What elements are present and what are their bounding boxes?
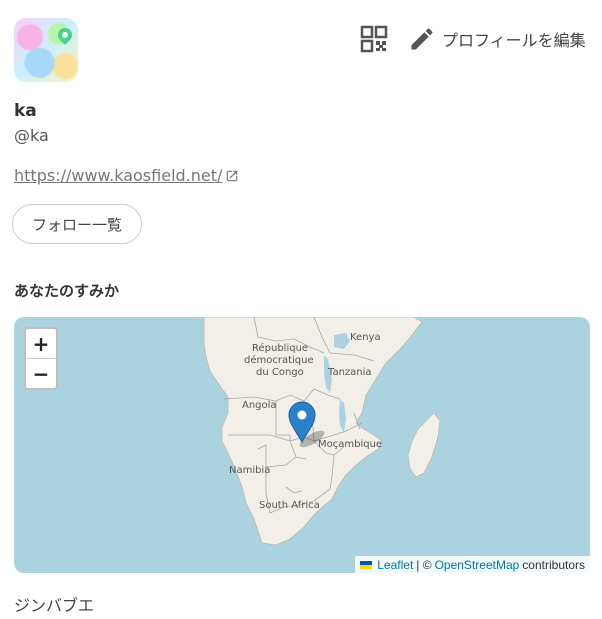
- map-tiles: Kenya République démocratique du Congo T…: [203, 317, 441, 546]
- map-label-mozambique: Moçambique: [318, 439, 382, 450]
- website-link[interactable]: https://www.kaosfield.net/: [14, 166, 239, 185]
- profile-handle: @ka: [14, 126, 49, 145]
- map-label-drc-1: République: [252, 342, 308, 354]
- location-section-title: あなたのすみか: [14, 282, 120, 300]
- ukraine-flag-icon: [360, 560, 373, 569]
- zoom-in-button[interactable]: +: [26, 329, 56, 359]
- website-link-text: https://www.kaosfield.net/: [14, 166, 223, 185]
- map-attribution: Leaflet | © OpenStreetMap contributors: [355, 556, 590, 573]
- map-label-tanzania: Tanzania: [327, 367, 372, 378]
- map-label-kenya: Kenya: [350, 332, 381, 343]
- avatar-pin-icon: [55, 25, 75, 45]
- qr-code-button[interactable]: [360, 25, 388, 53]
- map-label-namibia: Namibia: [229, 465, 270, 476]
- attribution-contributors: contributors: [522, 557, 585, 572]
- zoom-control: + −: [24, 327, 58, 390]
- map-label-angola: Angola: [242, 400, 277, 411]
- location-map[interactable]: Kenya République démocratique du Congo T…: [14, 317, 590, 573]
- pencil-icon: [411, 28, 433, 50]
- map-label-drc-3: du Congo: [256, 367, 304, 378]
- zoom-out-button[interactable]: −: [26, 359, 56, 388]
- attribution-separator: | ©: [416, 557, 432, 572]
- edit-profile-button[interactable]: プロフィールを編集: [408, 25, 586, 53]
- openstreetmap-link[interactable]: OpenStreetMap: [435, 558, 520, 572]
- follow-list-button[interactable]: フォロー一覧: [12, 204, 142, 244]
- qr-code-icon: [360, 25, 388, 53]
- map-label-south-africa: South Africa: [259, 500, 320, 511]
- avatar: [14, 18, 78, 82]
- edit-profile-label: プロフィールを編集: [442, 31, 586, 50]
- madagascar: [407, 412, 441, 478]
- map-label-drc-2: démocratique: [244, 354, 314, 366]
- leaflet-link[interactable]: Leaflet: [377, 558, 413, 572]
- profile-name: ka: [14, 101, 37, 121]
- place-name: ジンバブエ: [14, 596, 95, 615]
- external-link-icon: [227, 170, 238, 181]
